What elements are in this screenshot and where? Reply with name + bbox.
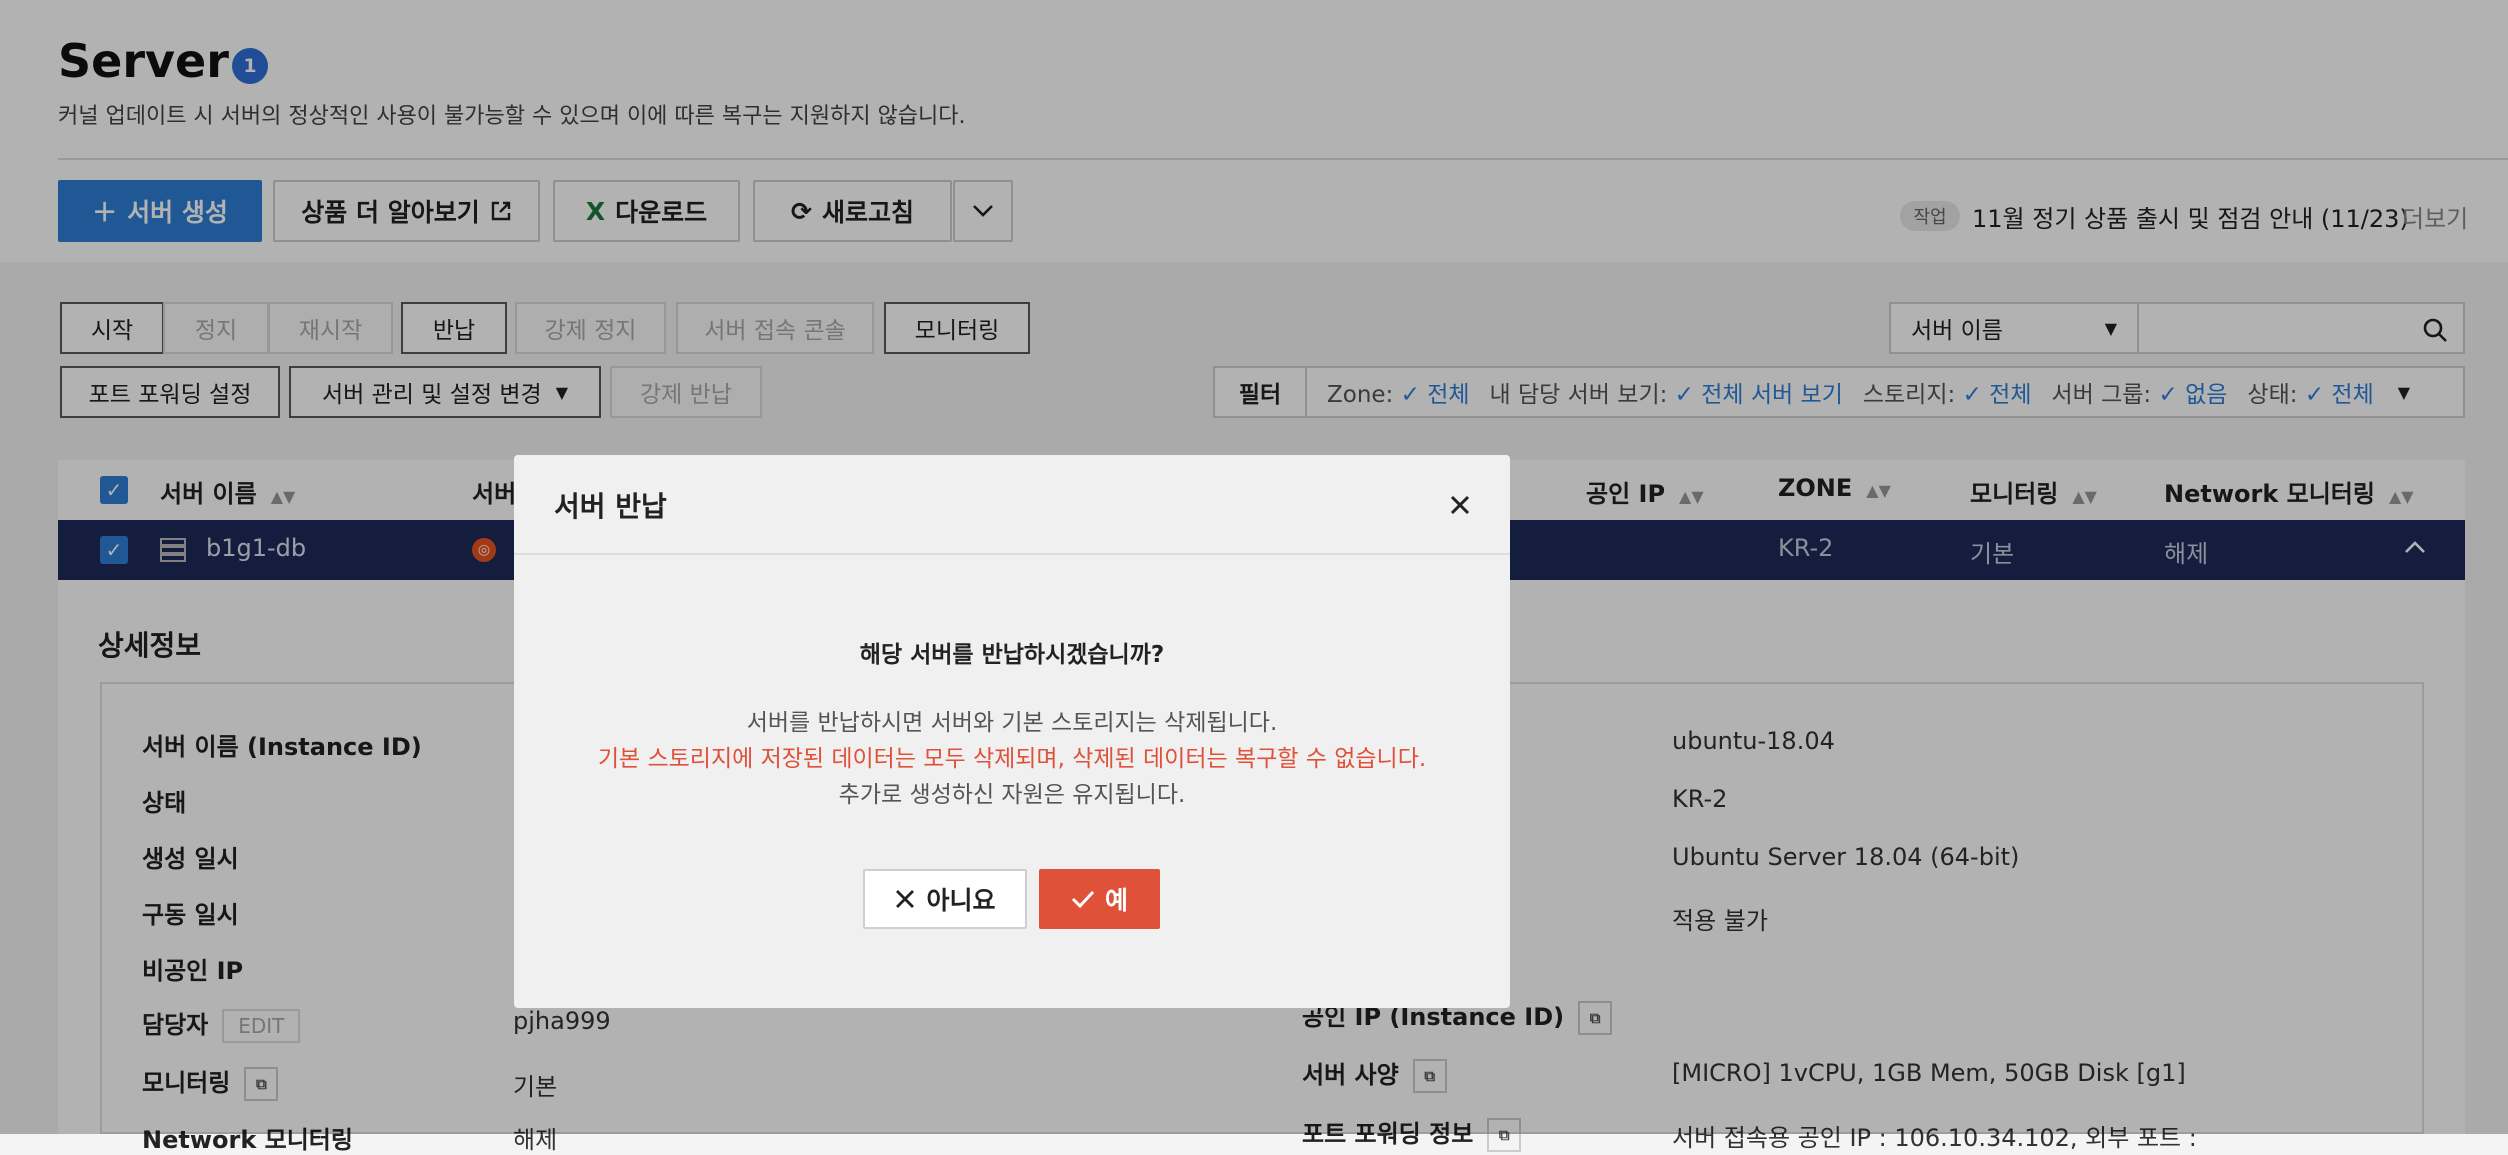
cancel-label: 아니요 [926, 886, 996, 915]
cancel-button[interactable]: 아니요 [863, 869, 1027, 929]
confirm-label: 예 [1104, 886, 1128, 915]
modal-title: 서버 반납 [554, 490, 667, 523]
return-server-modal: 서버 반납 해당 서버를 반납하시겠습니까? 서버를 반납하시면 서버와 기본 … [514, 455, 1510, 1008]
close-icon[interactable] [1442, 487, 1478, 523]
modal-warning: 기본 스토리지에 저장된 데이터는 모두 삭제되며, 삭제된 데이터는 복구할 … [597, 746, 1427, 772]
check-icon [1071, 890, 1095, 909]
confirm-button[interactable]: 예 [1039, 869, 1160, 929]
close-icon [896, 890, 915, 908]
modal-message-1: 서버를 반납하시면 서버와 기본 스토리지는 삭제됩니다. [746, 710, 1278, 736]
modal-header: 서버 반납 [514, 455, 1510, 555]
modal-message-3: 추가로 생성하신 자원은 유지됩니다. [838, 782, 1186, 808]
modal-question: 해당 서버를 반납하시겠습니까? [859, 642, 1165, 668]
